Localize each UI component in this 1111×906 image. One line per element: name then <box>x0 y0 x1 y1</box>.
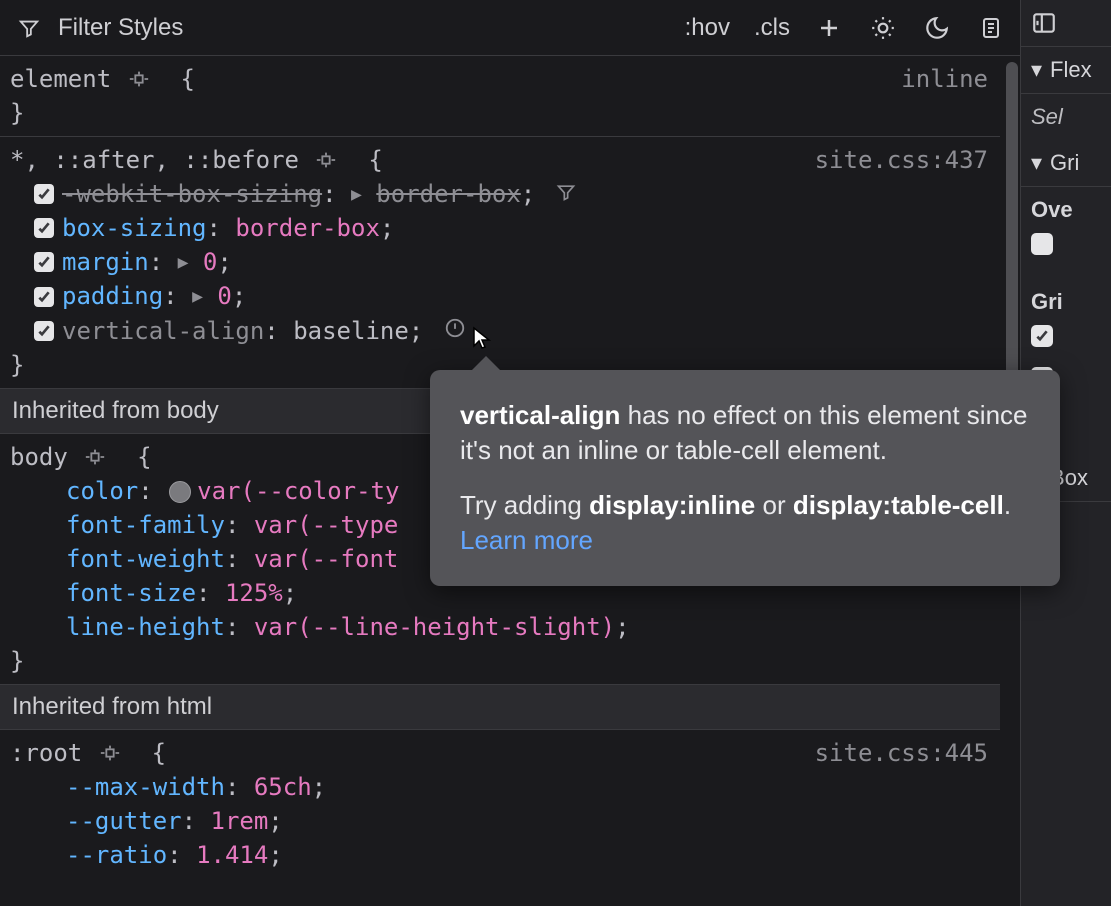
tooltip-prop-name: vertical-align <box>460 400 620 430</box>
property-name[interactable]: --gutter <box>66 807 182 835</box>
property-name[interactable]: --max-width <box>66 773 225 801</box>
property-name[interactable]: font-family <box>66 511 225 539</box>
print-stylesheet-icon[interactable] <box>976 13 1006 43</box>
toggle-side-panel-icon[interactable] <box>1029 8 1059 38</box>
select-flex-hint: Sel <box>1021 94 1111 140</box>
property-name[interactable]: padding <box>62 282 163 310</box>
grid-section-header[interactable]: ▾ Gri <box>1021 140 1111 187</box>
grid-label: Gri <box>1050 150 1079 176</box>
highlight-icon[interactable] <box>126 69 152 89</box>
source-link[interactable]: inline <box>901 62 988 96</box>
selector[interactable]: *, ::after, ::before <box>10 146 299 174</box>
enable-checkbox[interactable] <box>34 321 54 341</box>
highlight-icon[interactable] <box>97 743 123 763</box>
property-name[interactable]: font-weight <box>66 545 225 573</box>
overlay-grid-label: Ove <box>1021 187 1111 223</box>
highlight-icon[interactable] <box>313 150 339 170</box>
property-name[interactable]: -webkit-box-sizing <box>62 180 322 208</box>
property-name[interactable]: color <box>66 477 138 505</box>
declaration[interactable]: vertical-align: baseline; <box>10 314 988 348</box>
property-value[interactable]: var(--type <box>254 511 399 539</box>
filter-input-placeholder[interactable]: Filter Styles <box>58 14 183 42</box>
expand-icon[interactable]: ▶ <box>192 284 203 310</box>
declaration[interactable]: --max-width: 65ch; <box>10 770 988 804</box>
flex-label: Flex <box>1050 57 1092 83</box>
tooltip-text: Try adding <box>460 490 589 520</box>
property-value[interactable]: var(--line-height-slight) <box>254 613 615 641</box>
property-value[interactable]: border-box <box>376 180 521 208</box>
property-name[interactable]: vertical-align <box>62 317 264 345</box>
property-value[interactable]: baseline <box>293 317 409 345</box>
selector[interactable]: :root <box>10 739 82 767</box>
enable-checkbox[interactable] <box>34 218 54 238</box>
property-value[interactable]: 125% <box>225 579 283 607</box>
checkbox[interactable] <box>1031 325 1053 347</box>
rule-element[interactable]: element { inline } <box>0 56 1000 136</box>
declaration[interactable]: padding: ▶ 0; <box>10 279 988 313</box>
close-brace: } <box>10 644 988 678</box>
property-value[interactable]: 1.414 <box>196 841 268 869</box>
rule-root[interactable]: :root { site.css:445 --max-width: 65ch; … <box>0 730 1000 878</box>
checkbox[interactable] <box>1031 233 1053 255</box>
source-link[interactable]: site.css:445 <box>815 736 988 770</box>
tooltip-suggestion: display:inline <box>589 490 755 520</box>
expand-icon[interactable]: ▶ <box>351 182 362 208</box>
declaration[interactable]: -webkit-box-sizing: ▶ border-box; <box>10 177 988 211</box>
filter-icon[interactable] <box>556 182 576 202</box>
selector[interactable]: body <box>10 443 68 471</box>
property-name[interactable]: box-sizing <box>62 214 207 242</box>
open-brace: { <box>166 65 195 93</box>
property-value[interactable]: border-box <box>235 214 380 242</box>
property-value[interactable]: var(--color-ty <box>197 477 399 505</box>
source-link[interactable]: site.css:437 <box>815 143 988 177</box>
cls-button[interactable]: .cls <box>754 14 790 42</box>
declaration[interactable]: --ratio: 1.414; <box>10 838 988 872</box>
grid-display-settings-label: Gri <box>1021 279 1111 315</box>
close-brace: } <box>10 96 988 130</box>
light-mode-icon[interactable] <box>868 13 898 43</box>
enable-checkbox[interactable] <box>34 287 54 307</box>
hov-button[interactable]: :hov <box>685 14 730 42</box>
chevron-down-icon: ▾ <box>1031 57 1042 83</box>
property-value[interactable]: 1rem <box>211 807 269 835</box>
chevron-down-icon: ▾ <box>1031 150 1042 176</box>
property-name[interactable]: line-height <box>66 613 225 641</box>
open-brace: { <box>137 739 166 767</box>
selector[interactable]: element <box>10 65 111 93</box>
tooltip-text: . <box>1004 490 1011 520</box>
learn-more-link[interactable]: Learn more <box>460 525 593 555</box>
property-value[interactable]: var(--font <box>254 545 399 573</box>
expand-icon[interactable]: ▶ <box>178 250 189 276</box>
styles-toolbar: Filter Styles :hov .cls <box>0 0 1020 56</box>
declaration[interactable]: box-sizing: border-box; <box>10 211 988 245</box>
property-value[interactable]: 65ch <box>254 773 312 801</box>
property-value[interactable]: 0 <box>203 248 217 276</box>
inactive-css-tooltip: vertical-align has no effect on this ele… <box>430 370 1060 586</box>
tooltip-text: or <box>755 490 793 520</box>
property-name[interactable]: margin <box>62 248 149 276</box>
property-name[interactable]: font-size <box>66 579 196 607</box>
declaration[interactable]: --gutter: 1rem; <box>10 804 988 838</box>
inherited-from-header: Inherited from html <box>0 684 1000 730</box>
grid-overlay-row[interactable] <box>1021 223 1111 265</box>
tooltip-suggestion: display:table-cell <box>793 490 1004 520</box>
property-name[interactable]: --ratio <box>66 841 167 869</box>
highlight-icon[interactable] <box>82 447 108 467</box>
property-value[interactable]: 0 <box>217 282 231 310</box>
enable-checkbox[interactable] <box>34 184 54 204</box>
add-rule-icon[interactable] <box>814 13 844 43</box>
flex-section-header[interactable]: ▾ Flex <box>1021 47 1111 94</box>
filter-icon[interactable] <box>14 13 44 43</box>
enable-checkbox[interactable] <box>34 252 54 272</box>
dark-mode-icon[interactable] <box>922 13 952 43</box>
rule-universal[interactable]: *, ::after, ::before { site.css:437 -web… <box>0 136 1000 388</box>
warning-icon[interactable] <box>444 317 466 339</box>
grid-setting-row[interactable] <box>1021 315 1111 357</box>
declaration[interactable]: margin: ▶ 0; <box>10 245 988 279</box>
color-swatch[interactable] <box>169 481 191 503</box>
declaration[interactable]: line-height: var(--line-height-slight); <box>10 610 988 644</box>
open-brace: { <box>354 146 383 174</box>
open-brace: { <box>123 443 152 471</box>
